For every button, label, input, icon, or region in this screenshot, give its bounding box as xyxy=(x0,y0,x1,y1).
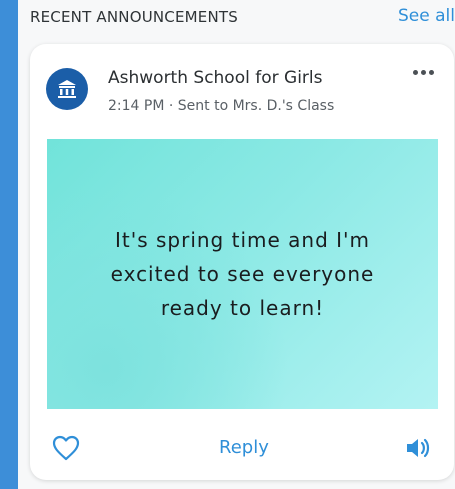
announcement-card[interactable]: Ashworth School for Girls 2:14 PM · Sent… xyxy=(30,44,454,480)
see-all-link[interactable]: See all xyxy=(398,6,455,26)
school-avatar xyxy=(46,68,88,110)
reply-button[interactable]: Reply xyxy=(219,437,269,458)
sender-name: Ashworth School for Girls xyxy=(108,68,323,88)
announcement-message: It's spring time and I'm excited to see … xyxy=(110,228,375,320)
more-options-icon[interactable] xyxy=(413,70,434,75)
like-button[interactable] xyxy=(52,435,80,465)
announcements-page: RECENT ANNOUNCEMENTS See all Ashworth Sc… xyxy=(0,0,455,489)
card-actions: Reply xyxy=(30,427,454,467)
more-dot xyxy=(421,70,426,75)
audio-button[interactable] xyxy=(404,435,432,465)
speaker-icon xyxy=(407,438,430,458)
announcement-image: It's spring time and I'm excited to see … xyxy=(47,139,438,409)
more-dot xyxy=(413,70,418,75)
section-header: RECENT ANNOUNCEMENTS See all xyxy=(30,0,455,36)
announcement-meta: 2:14 PM · Sent to Mrs. D.'s Class xyxy=(108,98,335,114)
left-rail xyxy=(0,0,18,489)
heart-icon xyxy=(52,435,80,461)
more-dot xyxy=(429,70,434,75)
section-title: RECENT ANNOUNCEMENTS xyxy=(30,8,238,26)
school-building-icon xyxy=(58,80,76,98)
